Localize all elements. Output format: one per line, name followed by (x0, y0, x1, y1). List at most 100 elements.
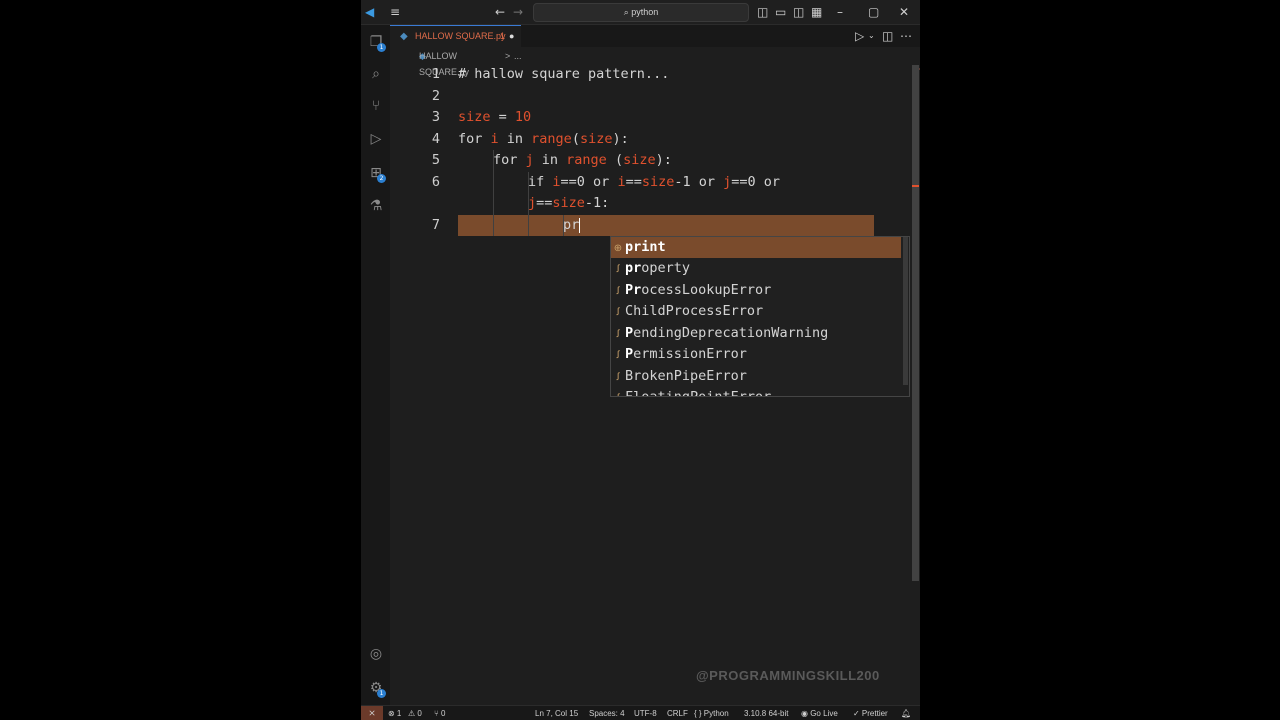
rest-text: ocessError (681, 303, 764, 319)
autocomplete-suggestions: ⊕ print ꭍ property ꭍ ProcessLookupError ꭍ Ch… (610, 236, 910, 397)
match-text: P (625, 346, 634, 362)
source-control-icon[interactable]: ⑂ (367, 97, 385, 115)
menu-icon[interactable]: ≡ (390, 4, 400, 20)
toggle-secondary-sidebar-icon[interactable]: ◫ (793, 4, 804, 20)
encoding[interactable]: UTF-8 (634, 708, 657, 720)
warnings-count[interactable]: ⚠ 0 (408, 708, 422, 720)
close-icon[interactable]: ✕ (899, 4, 909, 20)
suggestion-print[interactable]: ⊕ print (611, 237, 901, 258)
search-text: python (631, 7, 659, 17)
forward-arrow-icon[interactable]: → (513, 4, 523, 20)
match-text: pr (625, 260, 642, 276)
typed-text: pr (563, 217, 580, 233)
notifications-bell-icon[interactable]: 🔔︎ (901, 708, 911, 720)
code-line-5: for j in range (size): (493, 152, 672, 168)
command-center-search[interactable]: ⌕ python (533, 3, 749, 22)
var: size (458, 109, 491, 125)
explorer-icon[interactable]: ❐ 1 (367, 33, 386, 52)
line-number: 7 (431, 217, 440, 233)
tab-hallow-square[interactable]: ◆ HALLOW SQUARE.py 1 ● (390, 25, 521, 48)
code-line-3: size = 10 (458, 109, 531, 125)
rest-text: operty (641, 260, 691, 276)
kw: in (498, 131, 532, 147)
customize-layout-icon[interactable]: ▦ (811, 4, 822, 20)
match-text: FloatingPointError (625, 389, 772, 397)
python-interpreter[interactable]: 3.10.8 64-bit (744, 708, 788, 720)
tab-filename: HALLOW SQUARE.py (415, 31, 506, 41)
back-arrow-icon[interactable]: ← (495, 4, 505, 20)
unsaved-dot-icon[interactable]: ● (509, 26, 514, 47)
num: 10 (514, 109, 532, 125)
errors-count[interactable]: ⊗ 1 (388, 708, 401, 720)
match-text: ChildPr (625, 303, 682, 319)
testing-icon[interactable]: ⚗ (367, 197, 385, 215)
status-bar: ⨯ ⊗ 1 ⚠ 0 ⑂ 0 Ln 7, Col 15 Spaces: 4 UTF… (361, 705, 920, 720)
op: ==0 or (560, 174, 618, 190)
prettier-status[interactable]: ✓ Prettier (853, 708, 888, 720)
current-line-highlight (458, 215, 874, 236)
var: i (617, 174, 626, 190)
code-line-4: for i in range(size): (458, 131, 629, 147)
indentation[interactable]: Spaces: 4 (589, 708, 625, 720)
rest-text: endingDeprecationWarning (633, 325, 829, 341)
vscode-window: ◀ ≡ ← → ⌕ python ◫ ▭ ◫ ▦ – ▢ ✕ ❐ 1 ⌕ ⑂ ▷ … (361, 0, 920, 720)
match-text: P (625, 325, 634, 341)
suggestion-childprocesserror[interactable]: ꭍ ChildProcessError (611, 301, 901, 322)
rest-text: ermissionError (633, 346, 747, 362)
minimize-icon[interactable]: – (837, 4, 843, 20)
line-endings[interactable]: CRLF (667, 708, 688, 720)
code-line-1: # hallow square pattern... (458, 66, 669, 82)
line-number: 2 (431, 88, 440, 104)
toggle-sidebar-icon[interactable]: ◫ (757, 4, 768, 20)
op: == (536, 195, 553, 211)
line-number: 3 (431, 109, 440, 125)
cursor-position[interactable]: Ln 7, Col 15 (535, 708, 578, 720)
accounts-icon[interactable]: ◎ (367, 645, 385, 663)
run-dropdown-icon[interactable]: ⌄ (868, 28, 875, 44)
kw: if (528, 174, 553, 190)
class-icon: ꭍ (616, 264, 620, 275)
suggest-scrollbar[interactable] (903, 237, 908, 385)
run-python-icon[interactable]: ▷ (855, 28, 864, 44)
op: == (625, 174, 642, 190)
class-icon: ꭍ (616, 307, 620, 318)
split-editor-icon[interactable]: ◫ (882, 28, 893, 44)
go-live-button[interactable]: ◉ Go Live (801, 708, 838, 720)
rest-text: ocessLookupError (641, 282, 772, 298)
tab-problem-count: 1 (500, 31, 506, 41)
maximize-icon[interactable]: ▢ (868, 4, 879, 20)
suggestion-pendingdeprecationwarning[interactable]: ꭍ PendingDeprecationWarning (611, 323, 901, 344)
op: -1 or (674, 174, 724, 190)
op: ( (571, 131, 580, 147)
op: -1: (584, 195, 610, 211)
settings-gear-icon[interactable]: ⚙ 1 (367, 679, 386, 698)
match-text: Pr (625, 282, 642, 298)
suggestion-floatingpointerror[interactable]: ꭍFloatingPointError (611, 387, 901, 397)
code-editor[interactable]: 1 2 3 4 5 6 7 # hallow square pattern...… (390, 64, 920, 704)
line-number: 5 (431, 152, 440, 168)
suggestion-property[interactable]: ꭍ property (611, 258, 901, 279)
extensions-icon[interactable]: ⊞ 2 (367, 164, 386, 183)
channel-watermark: @PROGRAMMINGSKILL200 (696, 668, 880, 683)
activity-bar: ❐ 1 ⌕ ⑂ ▷ ⊞ 2 ⚗ ◎ ⚙ 1 (361, 25, 390, 705)
toggle-panel-icon[interactable]: ▭ (775, 4, 786, 20)
search-view-icon[interactable]: ⌕ (367, 65, 385, 83)
editor-scrollbar[interactable] (912, 65, 919, 581)
class-icon: ꭍ (616, 350, 620, 361)
op: ): (612, 131, 629, 147)
suggestion-processlookuperror[interactable]: ꭍ ProcessLookupError (611, 280, 901, 301)
more-actions-icon[interactable]: ⋯ (900, 28, 912, 44)
suggestion-brokenpipeerror[interactable]: ꭍ BrokenPipeError (611, 366, 901, 387)
language-mode[interactable]: { } Python (694, 708, 729, 720)
remote-indicator[interactable]: ⨯ (361, 706, 383, 720)
var: i (490, 131, 499, 147)
run-debug-icon[interactable]: ▷ (367, 130, 385, 148)
breadcrumb-ellipsis[interactable]: ... (514, 48, 522, 64)
ports-count[interactable]: ⑂ 0 (434, 708, 445, 720)
op: = (490, 109, 515, 125)
extensions-badge: 2 (377, 174, 386, 183)
var: j (525, 152, 534, 168)
suggestion-permissionerror[interactable]: ꭍ PermissionError (611, 344, 901, 365)
code-line-6-wrap: j==size-1: (528, 195, 609, 211)
class-icon: ꭍ (616, 286, 620, 297)
